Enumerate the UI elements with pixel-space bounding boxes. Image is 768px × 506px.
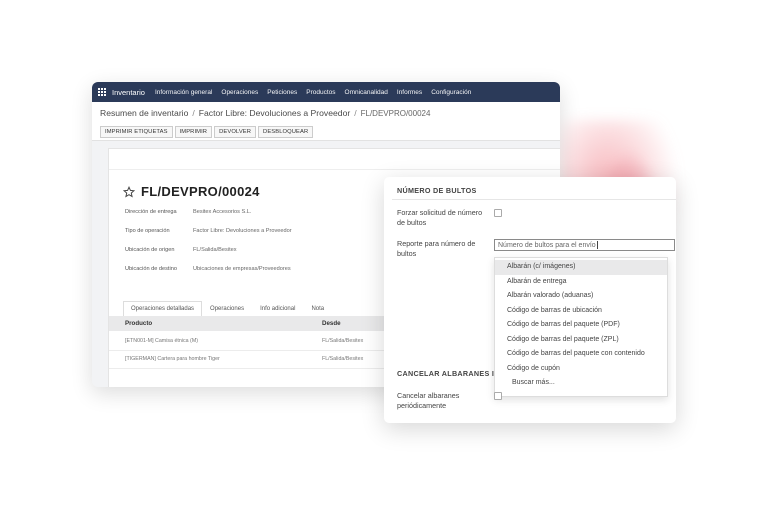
tab-detailed-operations[interactable]: Operaciones detalladas [123,301,203,317]
breadcrumb: Resumen de inventario / Factor Libre: De… [92,102,560,124]
menu-informes[interactable]: Informes [397,89,422,96]
field-value[interactable]: Factor Libre: Devoluciones a Proveedor [193,228,292,234]
cell-product: [TIGERMAN] Cartera para hombre Tiger [125,356,220,362]
dropdown-option[interactable]: Código de cupón [495,362,667,377]
field-destination-location: Ubicación de destino Ubicaciones de empr… [125,266,291,272]
dropdown-option[interactable]: Albarán valorado (aduanas) [495,289,667,304]
column-product[interactable]: Producto [125,320,152,327]
field-value[interactable]: Besitex Accesorios S.L. [193,209,251,215]
sheet-header [109,149,560,170]
breadcrumb-operation-type[interactable]: Factor Libre: Devoluciones a Proveedor [199,108,350,118]
field-label: Ubicación de origen [125,247,175,253]
report-search-input[interactable]: Número de bultos para el envío [494,239,675,251]
section-title-cancel: CANCELAR ALBARANES I [397,369,495,378]
field-value[interactable]: Ubicaciones de empresas/Proveedores [193,266,291,272]
tab-note[interactable]: Nota [303,301,332,317]
field-operation-type: Tipo de operación Factor Libre: Devoluci… [125,228,292,234]
top-navbar: Inventario Información general Operacion… [92,82,560,102]
tab-additional-info[interactable]: Info adicional [252,301,303,317]
menu-informacion-general[interactable]: Información general [155,89,212,96]
cell-from: FL/Salida/Besitex [322,338,364,344]
return-button[interactable]: DEVOLVER [214,126,257,138]
breadcrumb-inventory-summary[interactable]: Resumen de inventario [100,108,188,118]
cancel-periodic-label: Cancelar albaranes periódicamente [397,391,460,410]
print-labels-button[interactable]: IMPRIMIR ETIQUETAS [100,126,173,138]
notebook-tabs: Operaciones detalladas Operaciones Info … [123,301,332,317]
settings-panel: NÚMERO DE BULTOS Forzar solicitud de núm… [384,177,676,423]
record-title: FL/DEVPRO/00024 [123,184,260,199]
tab-operations[interactable]: Operaciones [202,301,252,317]
apps-grid-icon[interactable] [98,88,106,96]
dropdown-option[interactable]: Código de barras del paquete con conteni… [495,347,667,362]
field-label: Tipo de operación [125,228,170,234]
section-title-packages: NÚMERO DE BULTOS [397,186,477,195]
record-name: FL/DEVPRO/00024 [141,184,260,199]
breadcrumb-current: FL/DEVPRO/00024 [360,108,431,118]
search-more-link[interactable]: Buscar más... [495,376,667,391]
column-from[interactable]: Desde [322,320,341,327]
dropdown-option[interactable]: Albarán de entrega [495,275,667,290]
field-label: Ubicación de destino [125,266,177,272]
app-brand[interactable]: Inventario [112,88,145,97]
action-toolbar: IMPRIMIR ETIQUETAS IMPRIMIR DEVOLVER DES… [92,124,560,141]
menu-configuracion[interactable]: Configuración [431,89,471,96]
autocomplete-dropdown: Albarán (c/ imágenes) Albarán de entrega… [494,257,668,397]
dropdown-option[interactable]: Código de barras de ubicación [495,304,667,319]
field-source-location: Ubicación de origen FL/Salida/Besitex [125,247,237,253]
menu-operaciones[interactable]: Operaciones [221,89,258,96]
text-caret [596,241,598,250]
force-packages-checkbox[interactable] [494,209,502,217]
field-delivery-address: Dirección de entrega Besitex Accesorios … [125,209,251,215]
unlock-button[interactable]: DESBLOQUEAR [258,126,314,138]
print-button[interactable]: IMPRIMIR [174,126,213,138]
menu-peticiones[interactable]: Peticiones [267,89,297,96]
report-packages-label: Reporte para número de bultos [397,239,476,258]
dropdown-option[interactable]: Código de barras del paquete (PDF) [495,318,667,333]
field-value[interactable]: FL/Salida/Besitex [193,247,237,253]
menu-productos[interactable]: Productos [306,89,335,96]
cell-product: [ETN001-M] Camisa étnica (M) [125,338,198,344]
cancel-periodic-checkbox[interactable] [494,392,502,400]
dropdown-option[interactable]: Código de barras del paquete (ZPL) [495,333,667,348]
dropdown-option[interactable]: Albarán (c/ imágenes) [495,260,667,275]
menu-omnicanalidad[interactable]: Omnicanalidad [345,89,388,96]
cell-from: FL/Salida/Besitex [322,356,364,362]
field-label: Dirección de entrega [125,209,177,215]
force-packages-label: Forzar solicitud de número de bultos [397,208,483,227]
divider [392,199,676,200]
star-icon[interactable] [123,185,135,198]
